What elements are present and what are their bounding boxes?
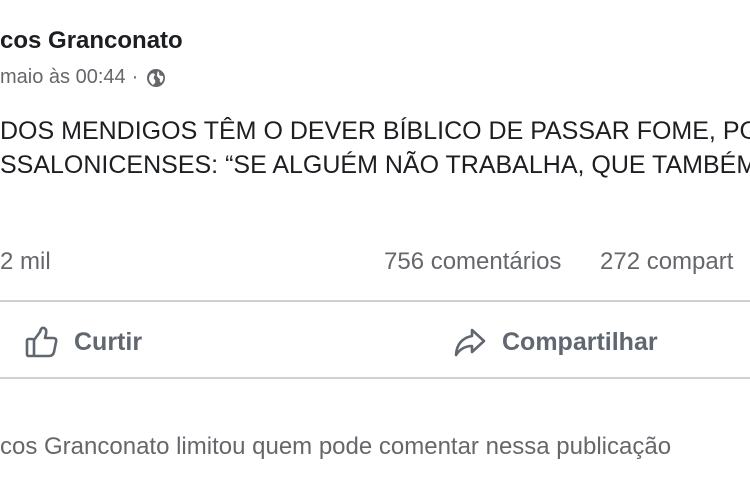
post-author-name[interactable]: cos Granconato — [0, 27, 183, 55]
like-button[interactable]: Curtir — [24, 322, 142, 362]
divider-top — [0, 300, 750, 302]
post-stats: 2 mil 756 comentários 272 compart — [0, 248, 750, 282]
post-text-line-1: DOS MENDIGOS TÊM O DEVER BÍBLICO DE PASS… — [0, 117, 750, 145]
shares-count[interactable]: 272 compart — [600, 248, 733, 276]
comment-restriction-notice: cos Granconato limitou quem pode comenta… — [0, 433, 672, 460]
reactions-count[interactable]: 2 mil — [0, 248, 51, 276]
thumbs-up-icon — [25, 326, 58, 358]
comments-count[interactable]: 756 comentários — [384, 248, 561, 276]
post-text: DOS MENDIGOS TÊM O DEVER BÍBLICO DE PASS… — [0, 114, 750, 182]
like-button-label: Curtir — [74, 327, 143, 356]
post-timestamp[interactable]: maio às 00:44 — [0, 66, 126, 89]
facebook-post: cos Granconato maio às 00:44 · DOS MENDI… — [0, 0, 750, 500]
post-meta: maio às 00:44 · — [0, 66, 166, 89]
share-arrow-icon — [454, 328, 486, 357]
post-text-line-2: SSALONICENSES: “SE ALGUÉM NÃO TRABALHA, … — [0, 151, 750, 179]
globe-icon[interactable] — [146, 68, 166, 88]
share-button[interactable]: Compartilhar — [452, 322, 658, 362]
share-button-label: Compartilhar — [502, 327, 658, 356]
meta-separator: · — [131, 66, 139, 88]
divider-bottom — [0, 377, 750, 379]
